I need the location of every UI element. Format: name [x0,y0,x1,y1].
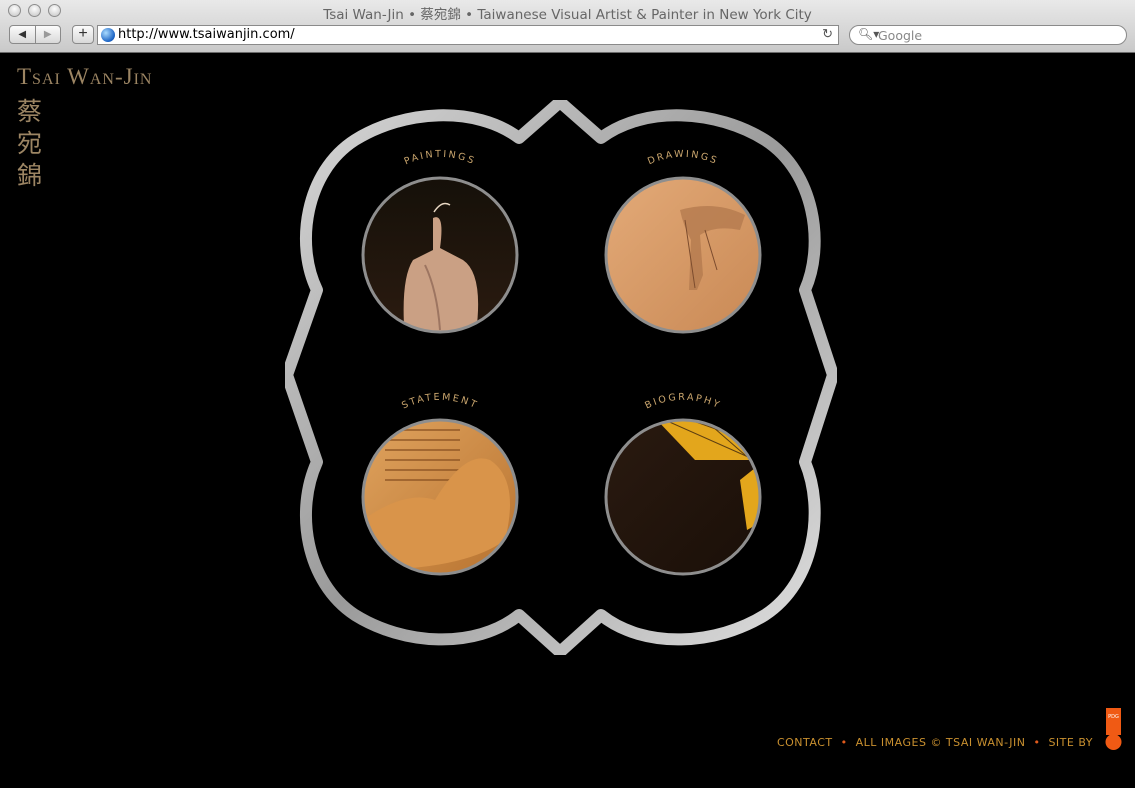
search-input[interactable]: 🔍︎▾ Google [849,25,1127,45]
svg-text:PAINTINGS: PAINTINGS [403,149,478,168]
drawings-tile[interactable]: DRAWINGS [604,149,762,334]
statement-label[interactable]: STATEMENT [400,392,480,412]
contact-link[interactable]: CONTACT [777,736,833,749]
search-icon[interactable]: 🔍︎▾ [858,27,879,41]
window-title: Tsai Wan-Jin • 蔡宛錦 • Taiwanese Visual Ar… [323,7,812,23]
address-bar[interactable]: http://www.tsaiwanjin.com/ ↻ [97,25,839,45]
biography-tile[interactable]: BIOGRAPHY [604,392,765,576]
globe-icon [101,28,115,42]
search-placeholder: Google [878,28,923,43]
add-bookmark-button[interactable]: + [72,25,94,44]
back-arrow-icon: ◀ [18,29,27,40]
browser-toolbar: Tsai Wan-Jin • 蔡宛錦 • Taiwanese Visual Ar… [0,0,1135,53]
url-text[interactable]: http://www.tsaiwanjin.com/ [118,27,295,42]
back-button[interactable]: ◀ [10,26,35,43]
footer-separator: • [840,736,848,749]
paintings-label[interactable]: PAINTINGS [403,149,478,168]
pdg-logo-icon[interactable]: PDG [1104,708,1123,752]
navigation-frame: PAINTINGS DRAWINGS STATEMENT BIOGRAPHY [285,100,837,655]
forward-button[interactable]: ▶ [34,26,61,43]
site-by-link[interactable]: SITE BY [1048,736,1093,749]
biography-label[interactable]: BIOGRAPHY [643,392,722,412]
frame-outer-border [285,100,837,655]
svg-text:BIOGRAPHY: BIOGRAPHY [643,392,722,412]
statement-tile[interactable]: STATEMENT [361,392,519,576]
pdg-badge-text: PDG [1108,714,1119,720]
footer-separator: • [1033,736,1041,749]
drawings-label[interactable]: DRAWINGS [646,149,720,168]
footer: CONTACT • ALL IMAGES © TSAI WAN-JIN • SITE B… [777,736,1093,749]
site-title[interactable]: Tsai Wan-Jin [17,64,152,90]
paintings-tile[interactable]: PAINTINGS [361,149,519,340]
svg-text:STATEMENT: STATEMENT [400,392,480,412]
copyright-text: ALL IMAGES © TSAI WAN-JIN [855,736,1026,749]
forward-arrow-icon: ▶ [43,29,52,40]
reload-icon[interactable]: ↻ [822,26,833,42]
site-title-chinese: 蔡宛錦 [17,97,43,190]
svg-text:DRAWINGS: DRAWINGS [646,149,720,168]
history-nav: ◀ ▶ [9,25,61,44]
